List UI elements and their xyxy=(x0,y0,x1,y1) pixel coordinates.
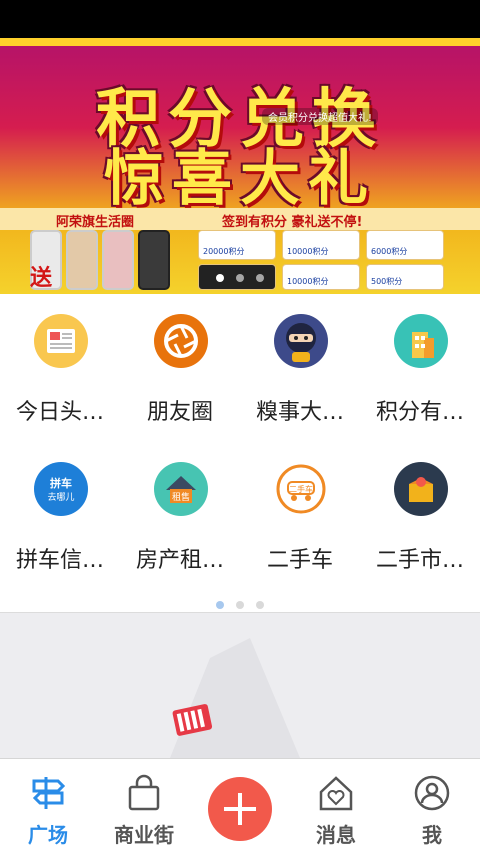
grid-item-carpool[interactable]: 拼车 去哪儿 拼车信… xyxy=(0,442,120,582)
nav-me[interactable]: 我 xyxy=(384,759,480,854)
grid-item-label: 拼车信… xyxy=(15,548,104,573)
used-car-icon-text: 二手车 xyxy=(289,484,313,494)
carpool-icon-text-2: 去哪儿 xyxy=(47,491,74,503)
nav-label: 消息 xyxy=(316,823,356,847)
banner-dot xyxy=(236,274,244,282)
grid-item-secondhand-market[interactable]: 二手市… xyxy=(360,442,480,582)
nav-label: 我 xyxy=(422,823,442,847)
nav-shopping-street[interactable]: 商业街 xyxy=(96,759,192,854)
banner-pagination xyxy=(0,267,480,286)
grid-item-label: 二手车 xyxy=(266,548,333,573)
prize-label: 20000积分 xyxy=(203,247,245,256)
promo-banner[interactable]: 积分兑换 会员积分兑换超值大礼! 惊喜大礼 阿荣旗生活圈 签到有积分 豪礼送不停… xyxy=(0,38,480,294)
banner-slogan-row: 阿荣旗生活圈 签到有积分 豪礼送不停! xyxy=(0,208,480,230)
prize-recorder: 6000积分 xyxy=(366,230,444,260)
service-grid: 今日头… 朋友圈 糗事大… 积分有… 拼车 去哪儿 拼车信… 租售 房产租… 二手… xyxy=(0,294,480,612)
prize-robot: 10000积分 xyxy=(282,230,360,260)
banner-dot xyxy=(256,274,264,282)
building-icon xyxy=(394,314,448,368)
nav-plaza[interactable]: 广场 xyxy=(0,759,96,854)
plus-icon xyxy=(224,793,256,825)
nav-label: 广场 xyxy=(28,823,68,847)
prize-phone: 20000积分 xyxy=(198,230,276,260)
ninja-icon xyxy=(274,314,328,368)
banner-caption: 会员积分兑换超值大礼! xyxy=(262,108,379,125)
prize-label: 10000积分 xyxy=(287,247,329,256)
grid-page-dot xyxy=(256,601,264,609)
grid-page-dot xyxy=(236,601,244,609)
home-heart-icon xyxy=(316,773,356,813)
used-car-icon: 二手车 xyxy=(274,462,328,516)
feed-area xyxy=(0,613,480,758)
status-bar xyxy=(0,0,480,38)
grid-item-used-car[interactable]: 二手车 二手车 xyxy=(240,442,360,582)
nav-label: 商业街 xyxy=(114,823,174,847)
grid-page-dot xyxy=(216,601,224,609)
grid-item-label: 今日头… xyxy=(15,400,104,425)
grid-item-points[interactable]: 积分有… xyxy=(360,294,480,434)
grid-item-jokes[interactable]: 糗事大… xyxy=(240,294,360,434)
prize-label: 6000积分 xyxy=(371,247,408,256)
banner-title-line2: 惊喜大礼 xyxy=(104,144,376,214)
camera-shutter-icon xyxy=(154,314,208,368)
carpool-icon-text-1: 拼车 xyxy=(50,476,72,490)
signpost-icon xyxy=(28,773,68,813)
grid-item-news[interactable]: 今日头… xyxy=(0,294,120,434)
nav-messages[interactable]: 消息 xyxy=(288,759,384,854)
grid-item-label: 糗事大… xyxy=(255,400,344,425)
user-icon xyxy=(412,773,452,813)
banner-slogan-left: 阿荣旗生活圈 xyxy=(56,215,135,230)
house-rent-icon: 租售 xyxy=(154,462,208,516)
grid-pagination xyxy=(0,594,480,613)
rent-icon-text: 租售 xyxy=(172,491,190,503)
bottom-nav: 广场 商业街 消息 我 xyxy=(0,758,480,854)
loading-placeholder-illustration xyxy=(170,638,300,758)
carpool-icon: 拼车 去哪儿 xyxy=(34,462,88,516)
grid-item-moments[interactable]: 朋友圈 xyxy=(120,294,240,434)
secondhand-box-icon xyxy=(394,462,448,516)
grid-item-housing[interactable]: 租售 房产租… xyxy=(120,442,240,582)
grid-item-label: 二手市… xyxy=(375,548,464,573)
grid-item-label: 积分有… xyxy=(375,400,464,425)
banner-stripe xyxy=(0,38,480,46)
grid-item-label: 朋友圈 xyxy=(146,400,213,425)
grid-item-label: 房产租… xyxy=(135,548,224,573)
shopping-bag-icon xyxy=(124,773,164,813)
news-icon xyxy=(34,314,88,368)
banner-dot xyxy=(216,274,224,282)
add-button[interactable] xyxy=(208,777,272,841)
banner-slogan-right: 签到有积分 豪礼送不停! xyxy=(222,215,363,230)
